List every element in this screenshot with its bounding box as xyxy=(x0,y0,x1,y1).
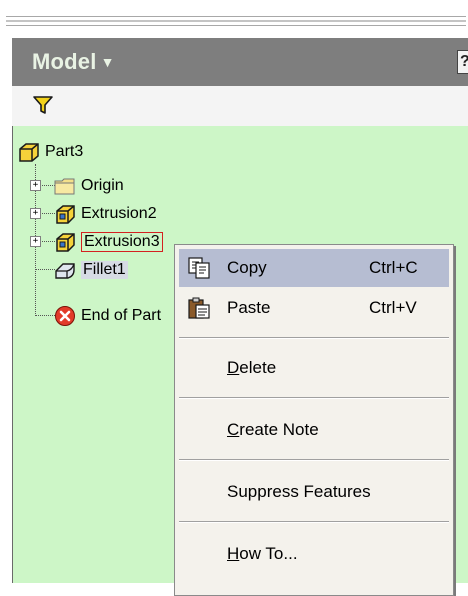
menu-item-suppress-features[interactable]: Suppress Features xyxy=(179,473,449,511)
extrusion-icon xyxy=(56,205,75,224)
tree-item-label: Extrusion3 xyxy=(81,232,163,252)
menu-separator xyxy=(179,521,449,523)
tree-item-end-of-part[interactable]: End of Part xyxy=(53,304,161,328)
tree-item-label: Fillet1 xyxy=(81,261,128,279)
menu-item-delete[interactable]: Delete xyxy=(179,349,449,387)
tree-item-extrusion2[interactable]: Extrusion2 xyxy=(53,202,157,226)
menu-item-shortcut: Ctrl+V xyxy=(369,298,417,317)
menu-item-paste[interactable]: Paste Ctrl+V xyxy=(179,289,449,327)
tree-item-fillet1[interactable]: Fillet1 xyxy=(53,258,128,282)
menu-separator xyxy=(179,337,449,339)
menu-item-create-note[interactable]: Create Note xyxy=(179,411,449,449)
panel-grip[interactable] xyxy=(6,16,466,26)
expand-extrusion2-button[interactable]: + xyxy=(30,208,41,219)
tree-item-extrusion3[interactable]: Extrusion3 xyxy=(53,230,163,254)
menu-item-label: Suppress Features xyxy=(227,482,371,501)
tree-item-label: Part3 xyxy=(45,143,84,160)
menu-item-copy[interactable]: Copy Ctrl+C xyxy=(179,249,449,287)
menu-item-label: Paste xyxy=(227,298,271,317)
expand-origin-button[interactable]: + xyxy=(30,180,41,191)
end-of-part-icon xyxy=(55,306,75,326)
menu-separator xyxy=(179,397,449,399)
copy-icon xyxy=(188,257,210,279)
menu-item-shortcut: Ctrl+C xyxy=(369,258,418,277)
tree-item-label: End of Part xyxy=(81,307,162,324)
context-menu: Copy Ctrl+C Paste Ctrl+V Delete Create N… xyxy=(174,244,454,596)
tree-item-part3[interactable]: Part3 xyxy=(17,140,83,164)
model-dropdown-label: Model xyxy=(32,49,97,74)
menu-item-label: Create Note xyxy=(227,420,319,439)
chevron-down-icon: ▼ xyxy=(100,54,115,70)
menu-separator xyxy=(179,459,449,461)
filter-icon[interactable] xyxy=(32,94,54,116)
extrusion-icon xyxy=(56,233,75,252)
tree-item-label: Extrusion2 xyxy=(81,205,157,222)
part-icon xyxy=(19,143,39,162)
help-button[interactable]: ? xyxy=(457,50,468,74)
fillet-icon xyxy=(55,263,75,279)
expand-extrusion3-button[interactable]: + xyxy=(30,236,41,247)
model-dropdown[interactable]: Model ▼ xyxy=(32,49,115,75)
menu-item-how-to[interactable]: How To... xyxy=(179,535,449,573)
filter-toolbar xyxy=(12,86,468,127)
menu-item-label: Copy xyxy=(227,258,267,277)
tree-item-origin[interactable]: Origin xyxy=(53,174,124,198)
menu-item-label: Delete xyxy=(227,358,277,377)
panel-header: Model▼ ? xyxy=(12,38,468,86)
paste-icon xyxy=(188,297,210,319)
menu-item-label: How To... xyxy=(227,544,298,563)
tree-item-label: Origin xyxy=(81,177,124,194)
folder-icon xyxy=(54,178,75,195)
